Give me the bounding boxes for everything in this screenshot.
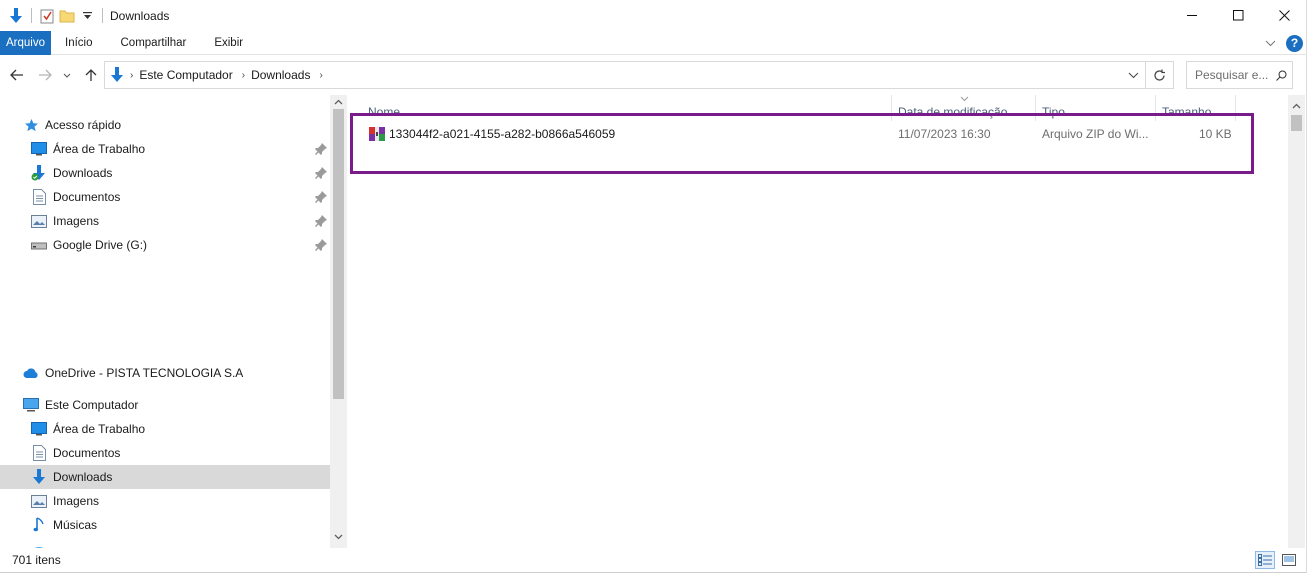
nav-label: Acesso rápido: [45, 118, 122, 132]
item-count: 701 itens: [12, 553, 61, 567]
desktop-icon: [30, 140, 48, 158]
chevron-right-icon[interactable]: ›: [130, 70, 133, 81]
address-bar[interactable]: › Este Computador › Downloads ›: [104, 61, 1146, 89]
nav-label: Área de Trabalho: [53, 422, 146, 436]
forward-button[interactable]: [34, 64, 56, 86]
pin-icon[interactable]: [314, 166, 328, 180]
star-icon: [22, 116, 40, 134]
tab-share[interactable]: Compartilhar: [107, 31, 201, 55]
address-history-dropdown-icon[interactable]: [1128, 68, 1139, 82]
pin-icon[interactable]: [314, 142, 328, 156]
address-row: › Este Computador › Downloads › Pesquisa…: [0, 55, 1307, 95]
nav-this-pc[interactable]: Este Computador: [0, 393, 330, 417]
search-icon[interactable]: [1276, 70, 1287, 84]
nav-quick-documents[interactable]: Documentos: [0, 185, 330, 209]
nav-label: Documentos: [53, 446, 121, 460]
file-list-scrollbar[interactable]: [1288, 95, 1305, 548]
nav-quick-access[interactable]: Acesso rápido: [0, 113, 330, 137]
minimize-button[interactable]: [1169, 0, 1215, 31]
nav-quick-downloads[interactable]: Downloads: [0, 161, 330, 185]
toolbar-divider: [102, 8, 103, 23]
navigation-pane: Acesso rápido Área de Trabalho Downloads…: [0, 95, 330, 548]
toolbar-divider: [31, 8, 32, 23]
properties-icon[interactable]: [37, 6, 57, 26]
breadcrumb-this-pc[interactable]: Este Computador: [139, 68, 232, 82]
nav-label: Músicas: [53, 518, 98, 532]
download-folder-icon: [110, 67, 124, 83]
scroll-down-icon[interactable]: [333, 532, 344, 542]
status-bar: 701 itens: [0, 548, 1307, 572]
back-button[interactable]: [6, 64, 28, 86]
window-controls: [1169, 0, 1307, 31]
maximize-button[interactable]: [1215, 0, 1261, 31]
nav-label: Downloads: [53, 166, 113, 180]
expand-ribbon-icon[interactable]: [1265, 36, 1276, 50]
help-icon[interactable]: ?: [1286, 34, 1303, 52]
document-icon: [30, 188, 48, 206]
cloud-icon: [22, 364, 40, 382]
view-switcher: [1255, 548, 1299, 572]
quick-access-toolbar: Downloads: [0, 0, 169, 31]
nav-pc-music[interactable]: Músicas: [0, 513, 330, 537]
nav-quick-pictures[interactable]: Imagens: [0, 209, 330, 233]
file-explorer-window: Downloads Arquivo Início Compartilhar Ex…: [0, 0, 1307, 573]
nav-pc-partial-item[interactable]: [0, 537, 330, 548]
music-note-icon: [30, 516, 48, 534]
breadcrumb-downloads[interactable]: Downloads: [251, 68, 310, 82]
large-icons-view-icon[interactable]: [1279, 551, 1299, 569]
window-title: Downloads: [110, 8, 170, 23]
nav-pc-pictures[interactable]: Imagens: [0, 489, 330, 513]
nav-label: Downloads: [53, 470, 113, 484]
tab-file[interactable]: Arquivo: [0, 30, 51, 55]
nav-label: Imagens: [53, 214, 100, 228]
desktop-icon: [30, 420, 48, 438]
nav-pc-desktop[interactable]: Área de Trabalho: [0, 417, 330, 441]
title-bar: Downloads: [0, 0, 1307, 31]
nav-pc-downloads[interactable]: Downloads: [0, 465, 330, 489]
document-icon: [30, 444, 48, 462]
nav-scrollbar-thumb[interactable]: [333, 109, 344, 399]
up-button[interactable]: [80, 64, 102, 86]
video-folder-icon: [30, 540, 48, 548]
nav-quick-desktop[interactable]: Área de Trabalho: [0, 137, 330, 161]
ribbon-tabs: Arquivo Início Compartilhar Exibir ?: [0, 30, 1307, 55]
nav-label: Imagens: [53, 494, 100, 508]
chevron-right-icon[interactable]: ›: [319, 70, 322, 81]
ribbon-right-controls: ?: [1265, 31, 1303, 55]
pin-icon[interactable]: [314, 238, 328, 252]
computer-icon: [22, 396, 40, 414]
nav-quick-google-drive[interactable]: Google Drive (G:): [0, 233, 330, 257]
nav-scrollbar[interactable]: [330, 95, 347, 548]
recent-locations-icon[interactable]: [60, 64, 74, 86]
nav-label: Área de Trabalho: [53, 142, 146, 156]
scroll-up-icon[interactable]: [333, 97, 344, 107]
nav-label: Este Computador: [45, 398, 139, 412]
nav-label: Documentos: [53, 190, 121, 204]
scroll-up-icon[interactable]: [1291, 101, 1302, 111]
tab-view[interactable]: Exibir: [200, 31, 257, 55]
refresh-button[interactable]: [1146, 61, 1174, 89]
pin-icon[interactable]: [314, 190, 328, 204]
nav-onedrive[interactable]: OneDrive - PISTA TECNOLOGIA S.A: [0, 361, 330, 385]
details-view-icon[interactable]: [1255, 551, 1275, 569]
downloads-icon: [30, 164, 48, 182]
nav-label: OneDrive - PISTA TECNOLOGIA S.A: [45, 366, 244, 380]
drive-icon: [30, 236, 48, 254]
file-list-scrollbar-thumb[interactable]: [1291, 115, 1302, 131]
downloads-icon: [30, 468, 48, 486]
new-folder-icon[interactable]: [57, 6, 77, 26]
close-button[interactable]: [1261, 0, 1307, 31]
customize-toolbar-dropdown-icon[interactable]: [77, 6, 97, 26]
tab-home[interactable]: Início: [51, 31, 107, 55]
nav-pc-documents[interactable]: Documentos: [0, 441, 330, 465]
chevron-right-icon[interactable]: ›: [242, 70, 245, 81]
pictures-icon: [30, 492, 48, 510]
nav-label: Google Drive (G:): [53, 238, 148, 252]
download-arrow-icon: [6, 6, 26, 26]
annotation-highlight-box: [350, 113, 1254, 174]
pictures-icon: [30, 212, 48, 230]
pin-icon[interactable]: [314, 214, 328, 228]
